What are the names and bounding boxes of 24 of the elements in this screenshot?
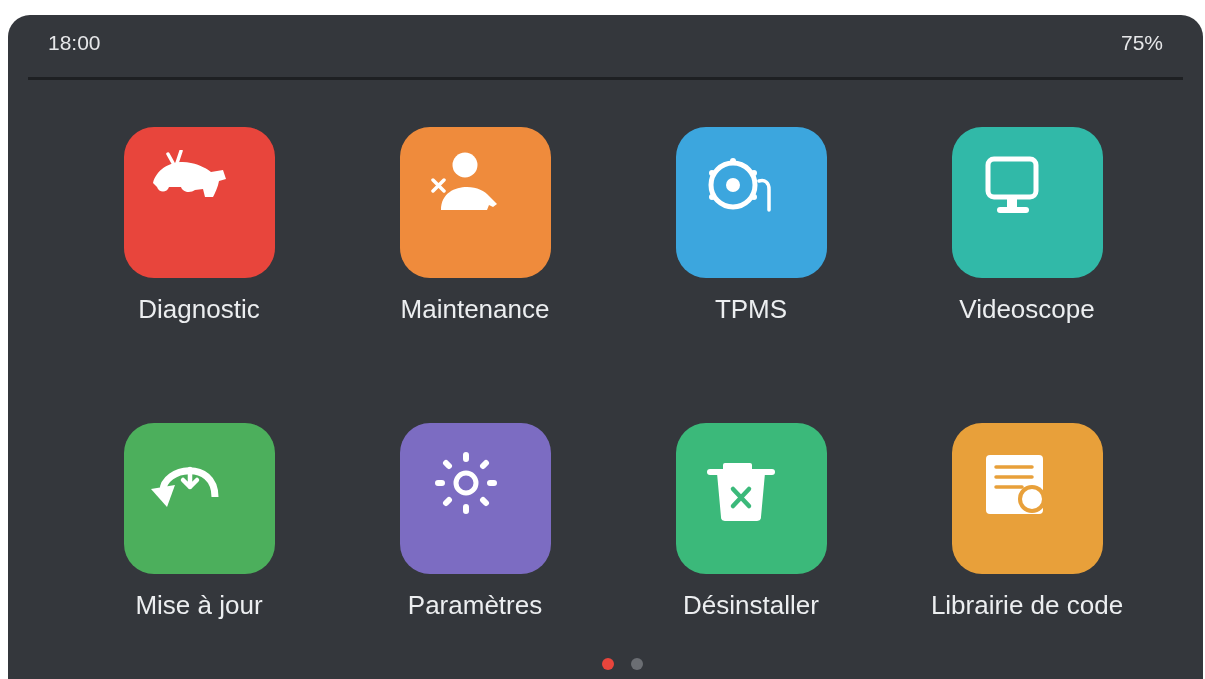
app-tile[interactable]: [675, 423, 827, 574]
trash-icon: [706, 463, 775, 521]
person-icon: [430, 151, 499, 211]
app-label: Librairie de code: [930, 590, 1124, 620]
app-tile[interactable]: [399, 423, 551, 574]
brightness-icon: [434, 452, 497, 514]
app-label: Videoscope: [959, 294, 1095, 324]
app-label: Diagnostic: [138, 294, 260, 324]
app-label: Maintenance: [400, 294, 550, 324]
tire-sensor-icon: [707, 157, 772, 213]
app-tile[interactable]: [675, 127, 827, 278]
monitor-icon: [984, 156, 1039, 214]
app-label: TPMS: [714, 294, 788, 324]
app-tile[interactable]: [123, 423, 275, 574]
app-tile[interactable]: [951, 423, 1103, 574]
app-label: Désinstaller: [683, 590, 819, 620]
app-tile[interactable]: [399, 127, 551, 278]
app-tile[interactable]: [123, 127, 275, 278]
app-tile[interactable]: [951, 127, 1103, 278]
app-label: Paramètres: [407, 590, 543, 620]
app-label: Mise à jour: [135, 590, 263, 620]
clock-time: 18:00: [48, 30, 101, 57]
battery-level: 75%: [1120, 30, 1163, 57]
car-icon: [152, 150, 227, 198]
